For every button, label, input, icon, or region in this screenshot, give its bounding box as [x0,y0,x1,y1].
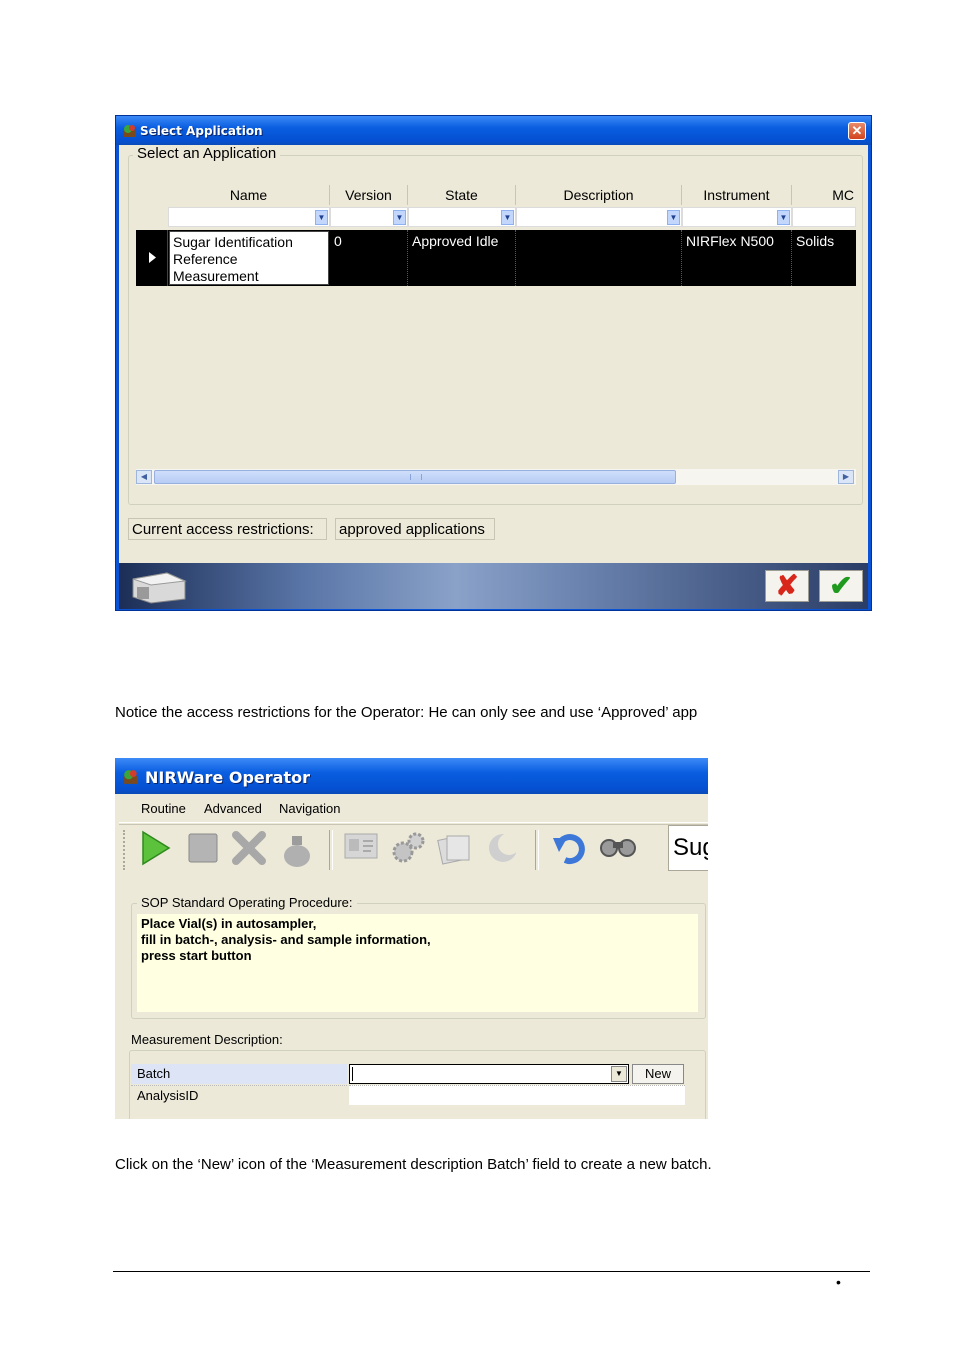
horizontal-scrollbar[interactable]: ◀ ▶ [136,469,856,485]
close-button[interactable]: ✕ [848,122,866,140]
documents-icon[interactable] [437,830,473,870]
application-name-display: Sug [668,825,708,871]
access-restrictions-value: approved applications [335,518,495,540]
filter-version[interactable]: ▼ [330,207,408,227]
moon-icon[interactable] [485,830,521,870]
menu-advanced[interactable]: Advanced [204,801,262,816]
sop-line-2: fill in batch-, analysis- and sample inf… [141,932,431,947]
menu-navigation[interactable]: Navigation [279,801,340,816]
id-card-icon[interactable] [343,830,379,870]
toolbar-separator [329,830,333,870]
new-batch-button[interactable]: New [632,1064,684,1084]
binoculars-icon[interactable] [599,830,636,870]
select-application-window: Select Application ✕ Select an Applicati… [115,115,872,611]
filter-state[interactable]: ▼ [408,207,516,227]
filter-name[interactable]: ▼ [168,207,330,227]
analysis-id-label: AnalysisID [131,1085,347,1105]
menu-routine[interactable]: Routine [141,801,186,816]
app-logo-icon [124,770,138,784]
sop-label: SOP Standard Operating Procedure: [137,895,357,910]
sop-line-1: Place Vial(s) in autosampler, [141,916,317,931]
window-title: Select Application [140,124,263,138]
chevron-down-icon[interactable]: ▼ [501,210,514,225]
group-label: Select an Application [133,145,281,162]
analysis-id-input[interactable] [349,1085,685,1105]
batch-combobox[interactable]: ▼ [349,1064,629,1084]
bag-icon[interactable] [279,830,315,870]
scroll-left-icon[interactable]: ◀ [136,470,152,484]
toolbar-separator [535,830,539,870]
sop-text-area: Place Vial(s) in autosampler, fill in ba… [137,914,698,1012]
window-title: NIRWare Operator [145,768,310,787]
cell-instrument[interactable]: NIRFlex N500 [682,230,792,286]
cell-name[interactable]: Sugar Identification Reference Measureme… [169,231,329,285]
column-header-description[interactable]: Description [516,185,682,205]
column-header-state[interactable]: State [408,185,516,205]
access-restrictions-label: Current access restrictions: [128,518,327,540]
batch-label: Batch [131,1064,347,1084]
footer-rule [113,1271,870,1272]
cancel-icon[interactable] [231,830,267,870]
column-header-name[interactable]: Name [168,185,330,205]
chevron-down-icon[interactable]: ▼ [611,1066,627,1082]
text-cursor [352,1067,353,1081]
play-icon[interactable] [137,830,173,870]
chevron-down-icon[interactable]: ▼ [667,210,680,225]
title-bar: NIRWare Operator [115,758,708,794]
column-header-version[interactable]: Version [330,185,408,205]
name-line-1: Sugar Identification [173,234,293,250]
table-row[interactable]: Sugar Identification Reference Measureme… [136,230,856,286]
chevron-down-icon[interactable]: ▼ [393,210,406,225]
sop-line-3: press start button [141,948,252,963]
grip-icon [410,474,422,480]
cell-mc[interactable]: Solids [792,230,856,286]
scrollbar-thumb[interactable] [154,470,676,484]
row-pointer-icon [149,252,156,263]
column-header-instrument[interactable]: Instrument [682,185,792,205]
title-bar: Select Application ✕ [116,116,871,145]
filter-instrument[interactable]: ▼ [682,207,792,227]
nirware-operator-window: NIRWare Operator Routine Advanced Naviga… [115,758,708,1119]
chevron-down-icon[interactable]: ▼ [315,210,328,225]
name-line-3: Measurement [173,268,259,284]
window-client-area: Select an Application Name Version State… [119,145,868,563]
row-selector[interactable] [136,230,168,286]
filter-description[interactable]: ▼ [516,207,682,227]
name-line-2: Reference [173,251,238,267]
chevron-down-icon[interactable]: ▼ [777,210,790,225]
ok-button[interactable]: ✔ [819,570,863,602]
app-logo-icon [124,125,136,137]
measurement-description-label: Measurement Description: [131,1032,283,1047]
cell-version[interactable]: 0 [330,230,408,286]
cell-state[interactable]: Approved Idle [408,230,516,286]
applications-grid: Name Version State Description Instrumen… [136,185,856,485]
column-header-mc[interactable]: MC [792,185,856,205]
gears-icon[interactable] [391,830,427,870]
dialog-footer: ✘ ✔ [119,563,868,609]
stop-icon[interactable] [185,830,221,870]
undo-icon[interactable] [551,830,587,870]
caption-new-batch: Click on the ‘New’ icon of the ‘Measurem… [115,1156,712,1173]
page-bullet: • [836,1274,841,1290]
caption-access-restrictions: Notice the access restrictions for the O… [115,704,698,721]
filter-mc[interactable] [792,207,856,227]
scroll-right-icon[interactable]: ▶ [838,470,854,484]
cell-description[interactable] [516,230,682,286]
toolbar-grip [123,830,128,870]
instrument-icon [132,572,187,604]
cancel-button[interactable]: ✘ [765,570,809,602]
